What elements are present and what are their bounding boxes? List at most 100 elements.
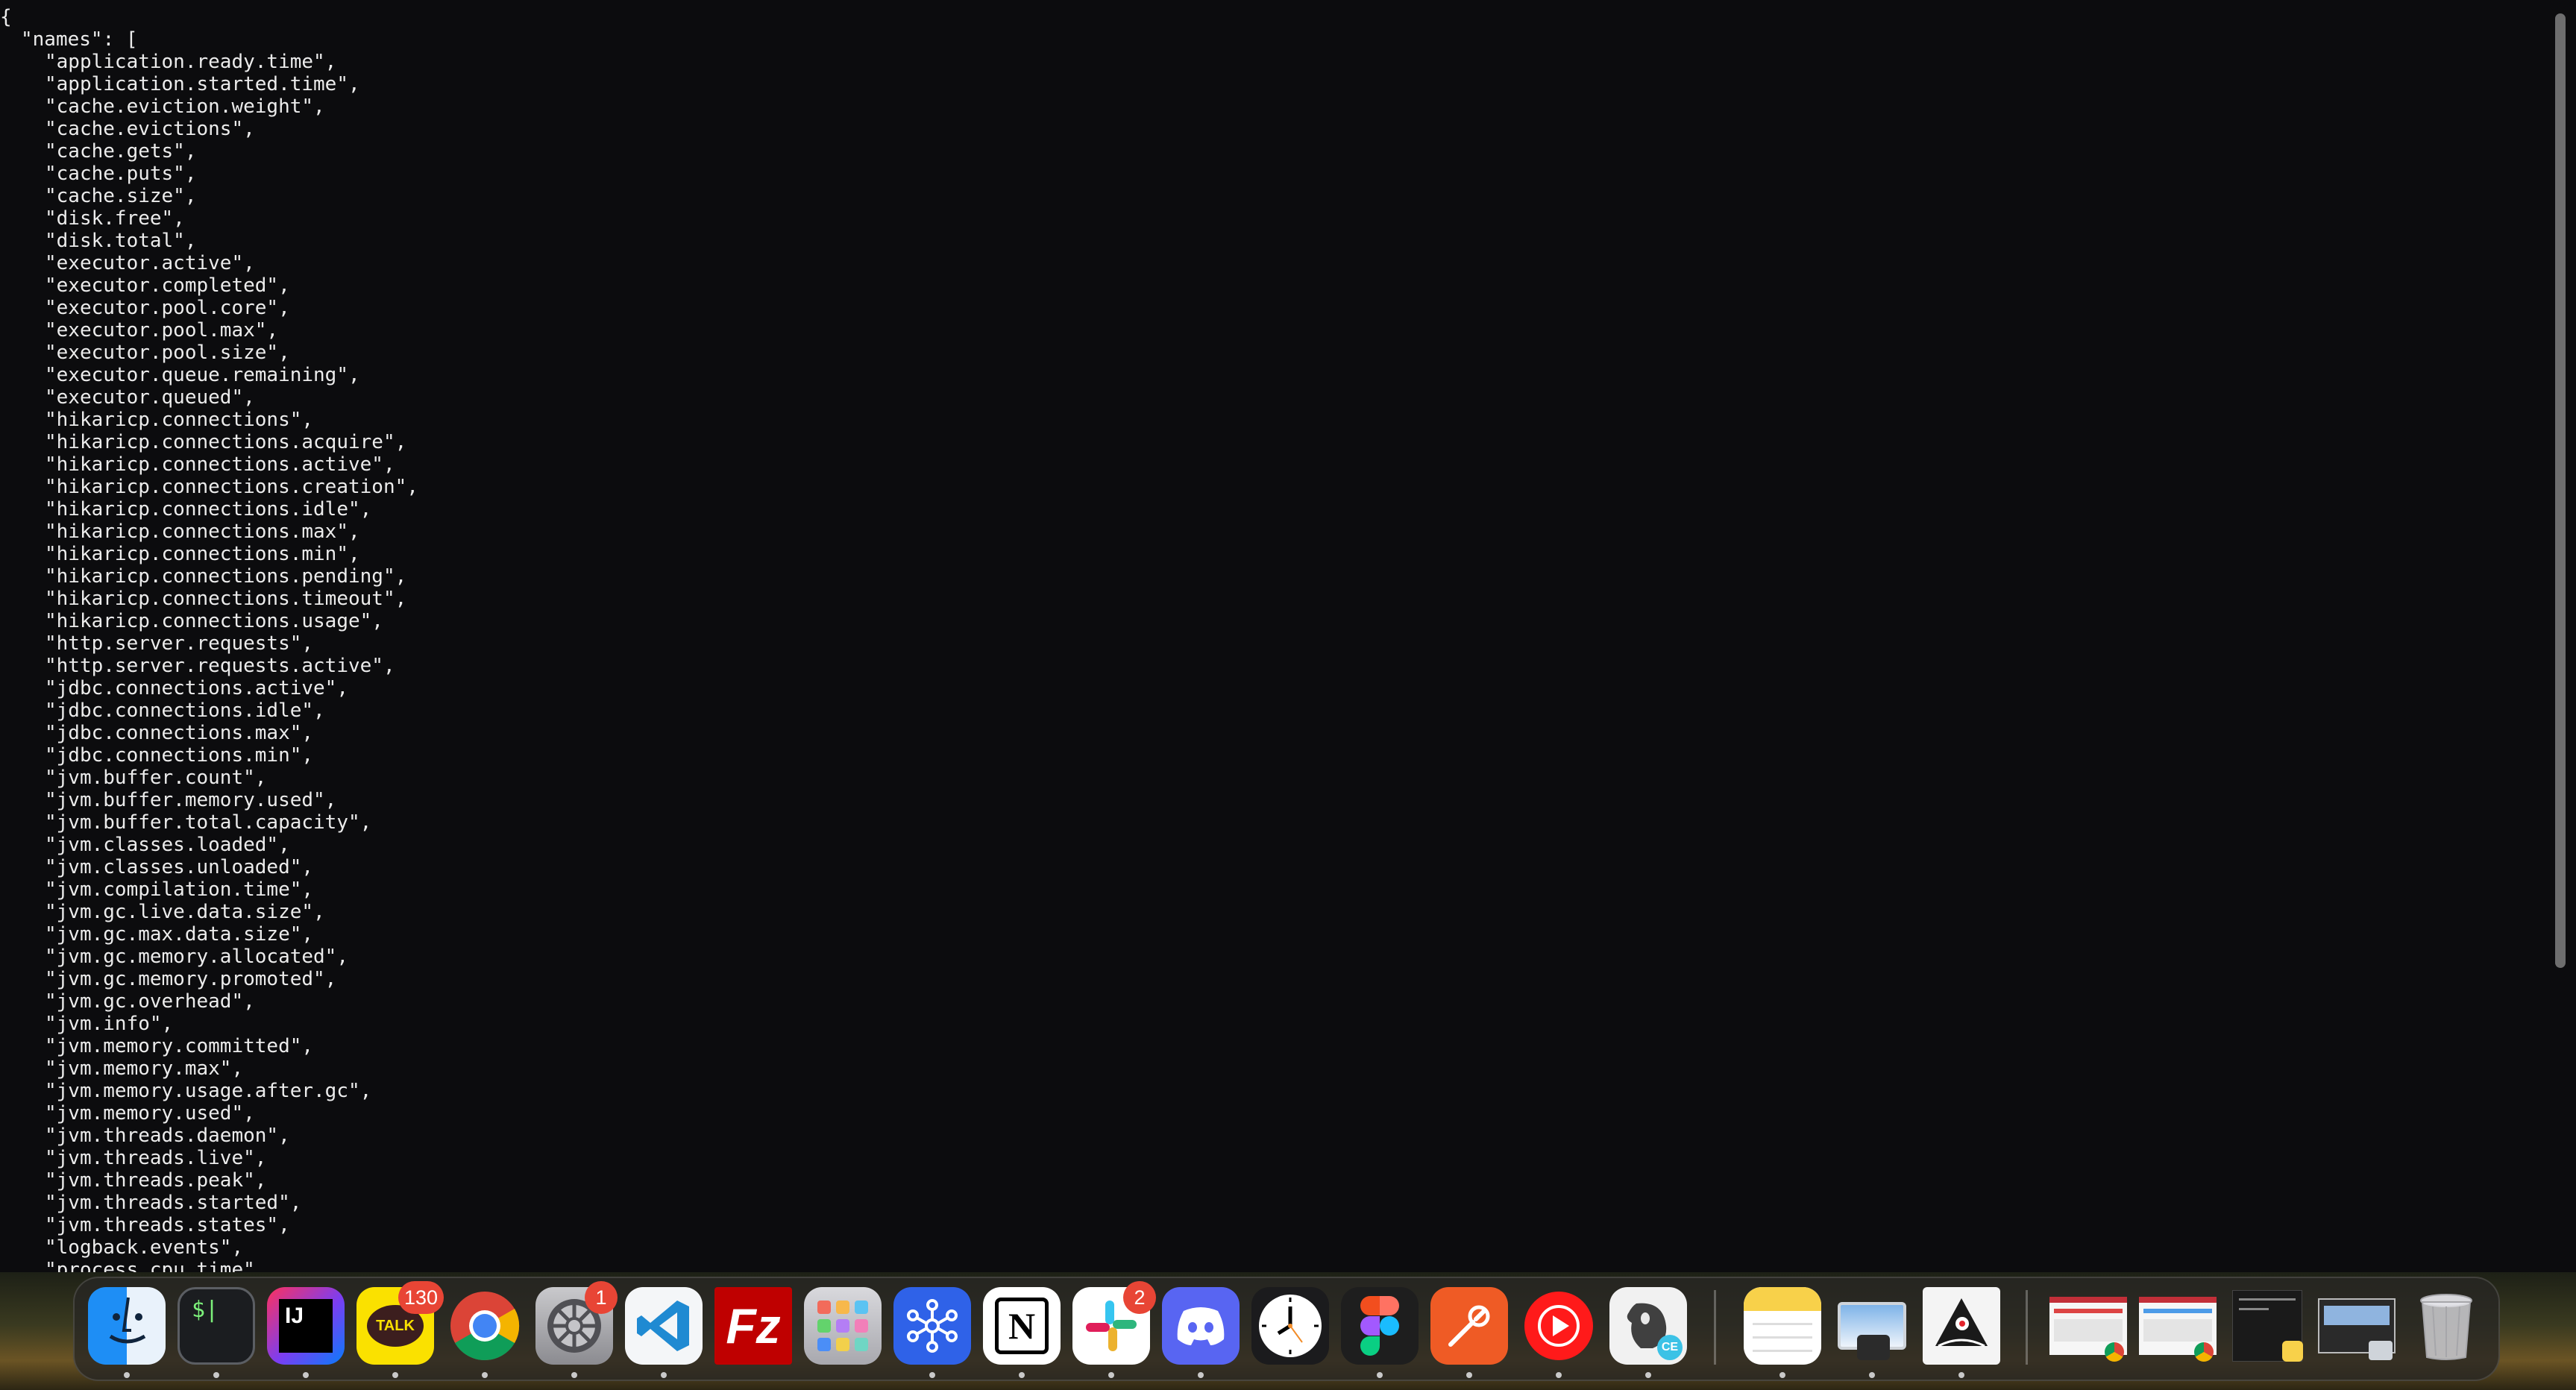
json-line: "application.started.time", bbox=[45, 73, 360, 95]
json-line: "jdbc.connections.active", bbox=[45, 677, 348, 699]
running-indicator bbox=[124, 1372, 130, 1378]
json-line: "executor.pool.core", bbox=[45, 297, 290, 319]
json-line: "jvm.info", bbox=[45, 1013, 174, 1035]
window-thumbnail-icon[interactable] bbox=[2318, 1287, 2396, 1365]
json-line: "executor.queued", bbox=[45, 386, 255, 409]
window-thumbnail-icon[interactable] bbox=[2228, 1287, 2306, 1365]
settings-badge: 1 bbox=[585, 1281, 618, 1314]
running-indicator bbox=[482, 1372, 488, 1378]
json-line: "jdbc.connections.min", bbox=[45, 744, 314, 767]
running-indicator bbox=[392, 1372, 398, 1378]
json-line: "jvm.threads.started", bbox=[45, 1192, 302, 1214]
json-line: "executor.pool.max", bbox=[45, 319, 279, 342]
json-line: "jvm.threads.states", bbox=[45, 1214, 290, 1236]
json-line: "jvm.gc.overhead", bbox=[45, 990, 255, 1013]
json-line: "hikaricp.connections.timeout", bbox=[45, 588, 407, 610]
filezilla-label: Fz bbox=[726, 1298, 781, 1353]
json-line: "cache.eviction.weight", bbox=[45, 95, 325, 118]
json-line: "jvm.compilation.time", bbox=[45, 878, 314, 901]
json-line: "jvm.threads.daemon", bbox=[45, 1125, 290, 1147]
json-line: "hikaricp.connections.creation", bbox=[45, 476, 418, 498]
notion-icon[interactable]: N bbox=[983, 1287, 1061, 1365]
json-line: "cache.gets", bbox=[45, 140, 197, 163]
json-line: "jvm.classes.loaded", bbox=[45, 834, 290, 856]
notes-icon[interactable] bbox=[1744, 1287, 1821, 1365]
json-viewer[interactable]: { "names": ["application.ready.time", "app… bbox=[0, 0, 2576, 1272]
json-line: "executor.queue.remaining", bbox=[45, 364, 360, 386]
running-indicator bbox=[1645, 1372, 1651, 1378]
json-line: "jvm.memory.used", bbox=[45, 1102, 255, 1125]
json-line: "hikaricp.connections.min", bbox=[45, 543, 360, 565]
running-indicator bbox=[1198, 1372, 1204, 1378]
json-line: "hikaricp.connections.active", bbox=[45, 453, 395, 476]
json-line: "jvm.buffer.memory.used", bbox=[45, 789, 337, 811]
json-line: "jdbc.connections.max", bbox=[45, 722, 314, 744]
json-line: "hikaricp.connections", bbox=[45, 409, 314, 431]
terminal-icon[interactable]: $| bbox=[178, 1287, 255, 1365]
slack-badge: 2 bbox=[1123, 1281, 1156, 1314]
json-line: "hikaricp.connections.max", bbox=[45, 521, 360, 543]
json-line: "hikaricp.connections.usage", bbox=[45, 610, 383, 632]
youtube-music-icon[interactable] bbox=[1520, 1287, 1598, 1365]
json-line: "cache.size", bbox=[45, 185, 197, 207]
json-line: "disk.total", bbox=[45, 230, 197, 252]
running-indicator bbox=[571, 1372, 577, 1378]
running-indicator bbox=[1019, 1372, 1025, 1378]
json-line: "executor.active", bbox=[45, 252, 255, 274]
intellij-icon[interactable]: IJ bbox=[267, 1287, 345, 1365]
running-indicator bbox=[1377, 1372, 1383, 1378]
running-indicator bbox=[1779, 1372, 1785, 1378]
network-icon[interactable] bbox=[893, 1287, 971, 1365]
launchpad-icon[interactable] bbox=[804, 1287, 882, 1365]
intellij-label: IJ bbox=[285, 1303, 304, 1328]
java-icon[interactable] bbox=[1923, 1287, 2000, 1365]
json-line: "hikaricp.connections.idle", bbox=[45, 498, 372, 521]
preview-icon[interactable] bbox=[1833, 1287, 1911, 1365]
running-indicator bbox=[303, 1372, 309, 1378]
json-line: "jvm.gc.memory.promoted", bbox=[45, 968, 337, 990]
dock-separator bbox=[1714, 1290, 1716, 1365]
json-line: "cache.puts", bbox=[45, 163, 197, 185]
running-indicator bbox=[1556, 1372, 1562, 1378]
window-thumbnail-icon[interactable] bbox=[2049, 1287, 2127, 1365]
json-line: "jvm.gc.max.data.size", bbox=[45, 923, 314, 946]
dock-separator bbox=[2026, 1290, 2028, 1365]
json-line: "http.server.requests", bbox=[45, 632, 314, 655]
json-line: "application.ready.time", bbox=[45, 51, 337, 73]
running-indicator bbox=[1869, 1372, 1875, 1378]
json-line: "http.server.requests.active", bbox=[45, 655, 395, 677]
clock-icon[interactable] bbox=[1251, 1287, 1329, 1365]
json-line: "names": [ bbox=[21, 28, 138, 51]
figma-icon[interactable] bbox=[1341, 1287, 1419, 1365]
json-line: "executor.pool.size", bbox=[45, 342, 290, 364]
json-line: "executor.completed", bbox=[45, 274, 290, 297]
vertical-scrollbar[interactable] bbox=[2555, 13, 2566, 968]
intellij-ce-icon[interactable]: CE bbox=[1609, 1287, 1687, 1365]
json-line: "jvm.buffer.count", bbox=[45, 767, 267, 789]
trash-icon[interactable] bbox=[2407, 1287, 2485, 1365]
json-line: "jvm.gc.memory.allocated", bbox=[45, 946, 348, 968]
json-line: "jvm.memory.usage.after.gc", bbox=[45, 1080, 372, 1102]
json-line: "process.cpu.time", bbox=[45, 1259, 267, 1272]
running-indicator bbox=[1958, 1372, 1964, 1378]
running-indicator bbox=[661, 1372, 667, 1378]
vscode-icon[interactable] bbox=[625, 1287, 703, 1365]
window-thumbnail-icon[interactable] bbox=[2139, 1287, 2217, 1365]
postman-icon[interactable] bbox=[1430, 1287, 1508, 1365]
json-line: "jvm.memory.committed", bbox=[45, 1035, 314, 1057]
kakaotalk-label: TALK bbox=[376, 1317, 415, 1334]
discord-icon[interactable] bbox=[1162, 1287, 1240, 1365]
running-indicator bbox=[929, 1372, 935, 1378]
json-line: "jvm.classes.unloaded", bbox=[45, 856, 314, 878]
json-line: "disk.free", bbox=[45, 207, 185, 230]
notion-label: N bbox=[1008, 1305, 1036, 1347]
json-line: { bbox=[0, 6, 12, 28]
intellij-ce-label: CE bbox=[1661, 1341, 1679, 1353]
chrome-icon[interactable] bbox=[446, 1287, 524, 1365]
json-line: "logback.events", bbox=[45, 1236, 244, 1259]
filezilla-icon[interactable]: Fz bbox=[714, 1287, 792, 1365]
finder-icon[interactable] bbox=[88, 1287, 166, 1365]
json-content: { "names": ["application.ready.time", "app… bbox=[0, 0, 2576, 1272]
json-line: "jvm.buffer.total.capacity", bbox=[45, 811, 372, 834]
json-line: "jvm.gc.live.data.size", bbox=[45, 901, 325, 923]
